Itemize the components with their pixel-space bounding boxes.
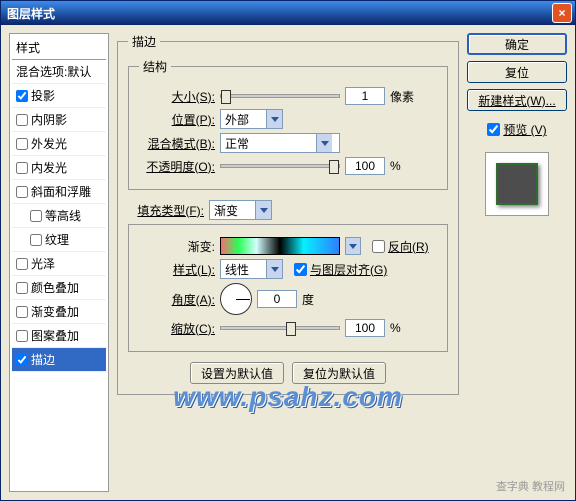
style-item-label: 颜色叠加 — [31, 279, 79, 296]
chevron-down-icon — [266, 110, 282, 128]
style-item-checkbox[interactable] — [16, 282, 28, 294]
style-item-3[interactable]: 内发光 — [12, 156, 106, 180]
stroke-legend: 描边 — [128, 33, 160, 50]
style-label: 样式(L): — [139, 261, 215, 278]
style-item-checkbox[interactable] — [16, 354, 28, 366]
scale-label: 缩放(C): — [139, 320, 215, 337]
style-item-9[interactable]: 渐变叠加 — [12, 300, 106, 324]
styles-header[interactable]: 样式 — [12, 36, 106, 60]
gradient-preview[interactable] — [220, 237, 340, 255]
opacity-slider[interactable] — [220, 164, 340, 168]
dialog-title: 图层样式 — [7, 5, 55, 22]
structure-fieldset: 结构 大小(S): 像素 位置(P): 外部 — [128, 58, 448, 190]
opacity-unit: % — [390, 159, 401, 173]
size-label: 大小(S): — [139, 88, 215, 105]
watermark-text: www.psahz.com — [173, 381, 403, 413]
style-item-10[interactable]: 图案叠加 — [12, 324, 106, 348]
fill-fieldset: 渐变: 反向(R) 样式(L): 线性 — [128, 224, 448, 352]
style-item-label: 内阴影 — [31, 111, 67, 128]
size-slider[interactable] — [220, 94, 340, 98]
structure-legend: 结构 — [139, 58, 171, 75]
opacity-input[interactable] — [345, 157, 385, 175]
preview-thumbnail — [485, 152, 549, 216]
style-item-checkbox[interactable] — [16, 138, 28, 150]
main-panel: 描边 结构 大小(S): 像素 位置(P): 外部 — [117, 33, 459, 492]
style-item-11[interactable]: 描边 — [12, 348, 106, 372]
style-item-label: 图案叠加 — [31, 327, 79, 344]
align-checkbox-label[interactable]: 与图层对齐(G) — [294, 261, 387, 278]
opacity-label: 不透明度(O): — [139, 158, 215, 175]
gradient-picker-button[interactable] — [345, 237, 361, 255]
align-with-layer-checkbox[interactable] — [294, 263, 307, 276]
reverse-checkbox[interactable] — [372, 240, 385, 253]
style-item-label: 描边 — [31, 351, 55, 368]
style-item-label: 斜面和浮雕 — [31, 183, 91, 200]
style-item-2[interactable]: 外发光 — [12, 132, 106, 156]
gradient-label: 渐变: — [139, 238, 215, 255]
style-item-checkbox[interactable] — [16, 186, 28, 198]
preview-checkbox[interactable] — [487, 123, 500, 136]
style-item-5[interactable]: 等高线 — [12, 204, 106, 228]
chevron-down-icon — [255, 201, 271, 219]
style-item-label: 渐变叠加 — [31, 303, 79, 320]
size-unit: 像素 — [390, 88, 414, 105]
style-item-8[interactable]: 颜色叠加 — [12, 276, 106, 300]
filltype-select[interactable]: 渐变 — [209, 200, 272, 220]
layer-style-dialog: 图层样式 × 样式 混合选项:默认 投影内阴影外发光内发光斜面和浮雕等高线纹理光… — [0, 0, 576, 501]
style-item-4[interactable]: 斜面和浮雕 — [12, 180, 106, 204]
style-item-7[interactable]: 光泽 — [12, 252, 106, 276]
blend-mode-label: 混合模式(B): — [139, 135, 215, 152]
titlebar[interactable]: 图层样式 × — [1, 1, 575, 25]
blend-options-item[interactable]: 混合选项:默认 — [12, 60, 106, 84]
style-item-label: 外发光 — [31, 135, 67, 152]
blend-mode-select[interactable]: 正常 — [220, 133, 340, 153]
ok-button[interactable]: 确定 — [467, 33, 567, 55]
position-label: 位置(P): — [139, 111, 215, 128]
style-item-label: 纹理 — [45, 231, 69, 248]
footer-watermark: 查字典 教程网 — [496, 478, 565, 494]
position-select[interactable]: 外部 — [220, 109, 283, 129]
style-item-checkbox[interactable] — [30, 234, 42, 246]
chevron-down-icon — [316, 134, 332, 152]
scale-slider[interactable] — [220, 326, 340, 330]
angle-input[interactable] — [257, 290, 297, 308]
style-item-checkbox[interactable] — [16, 330, 28, 342]
style-item-checkbox[interactable] — [16, 90, 28, 102]
chevron-down-icon — [266, 260, 282, 278]
size-input[interactable] — [345, 87, 385, 105]
style-item-6[interactable]: 纹理 — [12, 228, 106, 252]
angle-label: 角度(A): — [139, 291, 215, 308]
cancel-button[interactable]: 复位 — [467, 61, 567, 83]
close-icon: × — [558, 6, 565, 20]
preview-checkbox-label[interactable]: 预览 (V) — [467, 121, 567, 138]
style-item-checkbox[interactable] — [16, 258, 28, 270]
scale-input[interactable] — [345, 319, 385, 337]
scale-unit: % — [390, 321, 401, 335]
style-item-checkbox[interactable] — [16, 114, 28, 126]
new-style-button[interactable]: 新建样式(W)... — [467, 89, 567, 111]
angle-unit: 度 — [302, 291, 314, 308]
styles-sidebar: 样式 混合选项:默认 投影内阴影外发光内发光斜面和浮雕等高线纹理光泽颜色叠加渐变… — [9, 33, 109, 492]
style-item-1[interactable]: 内阴影 — [12, 108, 106, 132]
stroke-fieldset: 描边 结构 大小(S): 像素 位置(P): 外部 — [117, 33, 459, 395]
reverse-checkbox-label[interactable]: 反向(R) — [372, 238, 429, 255]
angle-dial[interactable] — [220, 283, 252, 315]
right-panel: 确定 复位 新建样式(W)... 预览 (V) — [467, 33, 567, 492]
style-item-checkbox[interactable] — [30, 210, 42, 222]
style-item-label: 等高线 — [45, 207, 81, 224]
style-item-label: 投影 — [31, 87, 55, 104]
style-item-checkbox[interactable] — [16, 306, 28, 318]
style-item-label: 光泽 — [31, 255, 55, 272]
preview-swatch — [496, 163, 538, 205]
filltype-label: 填充类型(F): — [128, 202, 204, 219]
style-item-checkbox[interactable] — [16, 162, 28, 174]
gradient-style-select[interactable]: 线性 — [220, 259, 283, 279]
style-item-0[interactable]: 投影 — [12, 84, 106, 108]
style-item-label: 内发光 — [31, 159, 67, 176]
close-button[interactable]: × — [552, 3, 572, 23]
